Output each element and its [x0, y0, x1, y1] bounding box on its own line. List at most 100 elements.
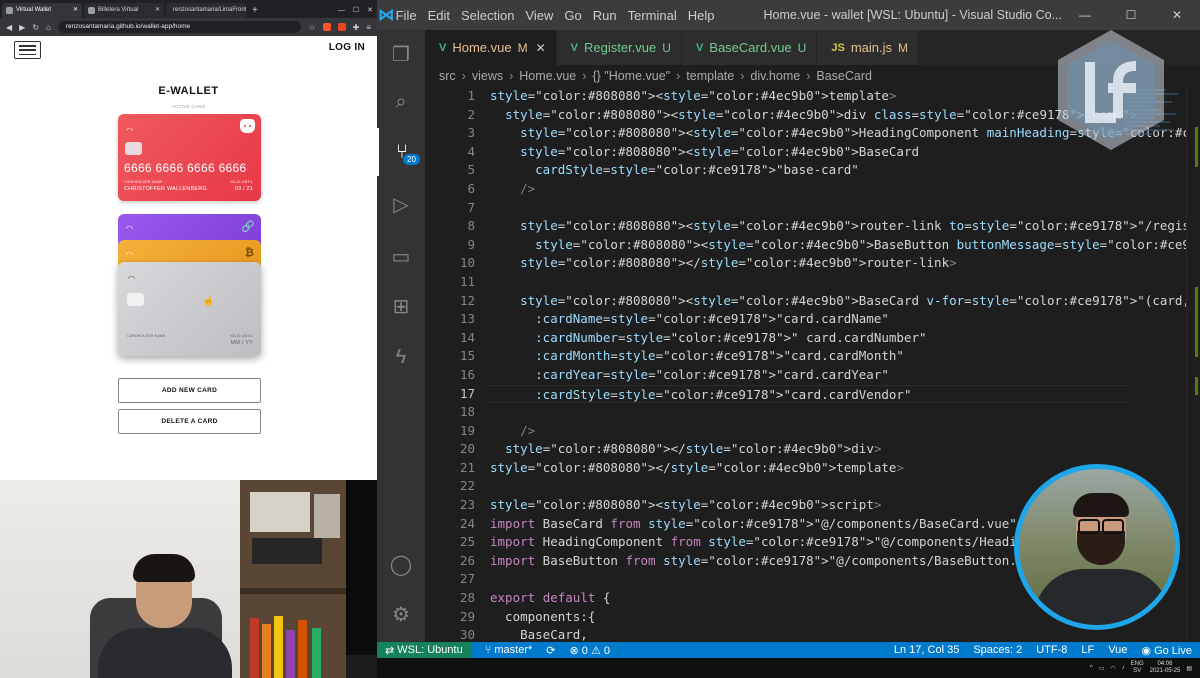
menu-go[interactable]: Go: [564, 8, 592, 23]
search-icon[interactable]: ⌕: [377, 78, 425, 126]
language-indicator[interactable]: ENG SV: [1131, 661, 1144, 675]
code-line[interactable]: [490, 273, 1130, 292]
code-line[interactable]: style="color:#808080"></style="color:#4e…: [490, 459, 1130, 478]
code-line[interactable]: style="color:#808080"><style="color:#4ec…: [490, 292, 1200, 311]
code-line[interactable]: cardStyle=style="color:#ce9178">"base-ca…: [490, 161, 1130, 180]
cursor-position[interactable]: Ln 17, Col 35: [894, 644, 959, 657]
minimize-icon[interactable]: —: [1062, 8, 1108, 22]
breadcrumb-item[interactable]: src: [439, 69, 456, 83]
line-number: 27: [459, 571, 475, 587]
close-icon[interactable]: ✕: [73, 3, 78, 18]
line-number: 7: [467, 199, 475, 215]
code-line[interactable]: />: [490, 422, 1130, 441]
line-number: 9: [467, 236, 475, 252]
breadcrumb-item[interactable]: {} "Home.vue": [592, 69, 670, 83]
bookmark-icon[interactable]: ☆: [308, 23, 315, 32]
maximize-icon[interactable]: ☐: [1108, 8, 1154, 22]
code-line[interactable]: style="color:#808080"></style="color:#4e…: [490, 254, 1130, 273]
forward-icon[interactable]: ▶: [19, 23, 25, 32]
code-line[interactable]: [490, 199, 1130, 218]
close-icon[interactable]: ✕: [1154, 8, 1200, 22]
go-live-button[interactable]: ◉ Go Live: [1141, 644, 1192, 657]
remote-explorer-icon[interactable]: ▭: [377, 232, 425, 280]
home-icon[interactable]: ⌂: [46, 23, 51, 32]
sync-icon[interactable]: ⟳: [546, 644, 555, 657]
encoding[interactable]: UTF-8: [1036, 644, 1067, 657]
code-line[interactable]: style="color:#808080"><style="color:#4ec…: [490, 106, 1137, 125]
problems-indicator[interactable]: ⊗ 0 ⚠ 0: [569, 644, 610, 657]
menu-icon[interactable]: ≡: [366, 23, 371, 32]
branch-indicator[interactable]: ⑂ master*: [485, 644, 533, 656]
menu-selection[interactable]: Selection: [461, 8, 525, 23]
language-mode[interactable]: Vue: [1108, 644, 1127, 657]
breadcrumb-item[interactable]: BaseCard: [816, 69, 872, 83]
tab-register-vue[interactable]: V Register.vue U: [556, 30, 682, 65]
code-line[interactable]: style="color:#808080"><style="color:#4ec…: [490, 124, 1200, 143]
run-debug-icon[interactable]: ▷: [377, 180, 425, 228]
blank-card[interactable]: ◠ ☝ CARDHOLDER NAME VALID UNTIL MM / YY: [118, 262, 261, 356]
settings-gear-icon[interactable]: ⚙: [377, 590, 425, 638]
reload-icon[interactable]: ↻: [32, 23, 39, 32]
menu-edit[interactable]: Edit: [428, 8, 461, 23]
code-line[interactable]: :cardMonth=style="color:#ce9178">"card.c…: [490, 347, 1130, 366]
code-line[interactable]: [490, 403, 1130, 422]
code-line[interactable]: style="color:#808080"><style="color:#4ec…: [490, 143, 1130, 162]
breadcrumb-item[interactable]: template: [686, 69, 734, 83]
chevron-up-icon[interactable]: ^: [1090, 665, 1093, 671]
extensions-icon[interactable]: ✚: [353, 23, 360, 32]
code-line[interactable]: style="color:#808080"><style="color:#4ec…: [490, 236, 1200, 255]
hamburger-menu-icon[interactable]: [14, 41, 41, 59]
code-line[interactable]: BaseCard,: [490, 626, 1130, 642]
back-icon[interactable]: ◀: [6, 23, 12, 32]
brave-rewards-icon[interactable]: [337, 23, 346, 31]
menu-help[interactable]: Help: [688, 8, 726, 23]
vertical-scrollbar[interactable]: [1186, 87, 1200, 642]
breadcrumb-item[interactable]: div.home: [750, 69, 800, 83]
glasses: [1077, 519, 1125, 534]
explorer-icon[interactable]: ❐: [377, 30, 425, 78]
code-line[interactable]: :cardName=style="color:#ce9178">"card.ca…: [490, 310, 1130, 329]
tab-home-vue[interactable]: V Home.vue M ✕: [425, 30, 557, 65]
minimize-icon[interactable]: —: [338, 3, 345, 18]
url-field[interactable]: renzosantamaria.github.io/wallet-app/hom…: [57, 21, 302, 33]
extensions-icon[interactable]: ⊞: [377, 282, 425, 330]
add-new-card-button[interactable]: ADD NEW CARD: [118, 378, 261, 403]
maximize-icon[interactable]: ☐: [353, 3, 359, 18]
breadcrumb-item[interactable]: Home.vue: [519, 69, 576, 83]
code-line[interactable]: />: [490, 180, 1130, 199]
brave-shield-icon[interactable]: [322, 23, 331, 31]
breadcrumb-item[interactable]: views: [472, 69, 503, 83]
browser-tab[interactable]: Virtual Wallet ✕: [2, 3, 82, 18]
menu-file[interactable]: File: [396, 8, 428, 23]
delete-card-button[interactable]: DELETE A CARD: [118, 409, 261, 434]
code-line[interactable]: :cardStyle=style="color:#ce9178">"card.c…: [490, 384, 1130, 404]
code-line[interactable]: style="color:#808080"><style="color:#4ec…: [490, 217, 1200, 236]
notifications-icon[interactable]: ▤: [1186, 665, 1192, 672]
menu-terminal[interactable]: Terminal: [628, 8, 688, 23]
tab-main-js[interactable]: JS main.js M: [817, 30, 919, 65]
line-number: 14: [459, 329, 475, 345]
code-line[interactable]: style="color:#808080"><style="color:#4ec…: [490, 87, 1130, 106]
close-icon[interactable]: ✕: [155, 3, 160, 18]
end-of-line[interactable]: LF: [1081, 644, 1094, 657]
browser-tab[interactable]: Billetera Virtual ✕: [84, 3, 164, 18]
new-tab-button[interactable]: +: [248, 3, 262, 18]
browser-tab[interactable]: renzosantamaria/LimaFronte...✕: [166, 3, 246, 18]
webcam-feed-left: [0, 480, 346, 678]
code-line[interactable]: style="color:#808080"></style="color:#4e…: [490, 440, 1130, 459]
code-line[interactable]: :cardNumber=style="color:#ce9178">" card…: [490, 329, 1130, 348]
close-icon[interactable]: ✕: [536, 41, 546, 55]
tab-basecard-vue[interactable]: V BaseCard.vue U: [681, 30, 818, 65]
clock[interactable]: 04:06 2021-05-25: [1150, 661, 1181, 675]
volume-icon[interactable]: ♪: [1122, 665, 1125, 671]
code-line[interactable]: :cardYear=style="color:#ce9178">"card.ca…: [490, 366, 1130, 385]
live-server-icon[interactable]: ϟ: [377, 333, 425, 381]
close-icon[interactable]: ✕: [367, 3, 373, 18]
menu-run[interactable]: Run: [593, 8, 628, 23]
indentation[interactable]: Spaces: 2: [973, 644, 1022, 657]
source-control-icon[interactable]: ⑂ 20: [377, 128, 425, 176]
account-icon[interactable]: ◯: [377, 540, 425, 588]
menu-view[interactable]: View: [525, 8, 564, 23]
login-link[interactable]: LOG IN: [329, 42, 365, 53]
remote-indicator[interactable]: ⇄ WSL: Ubuntu: [377, 642, 471, 658]
